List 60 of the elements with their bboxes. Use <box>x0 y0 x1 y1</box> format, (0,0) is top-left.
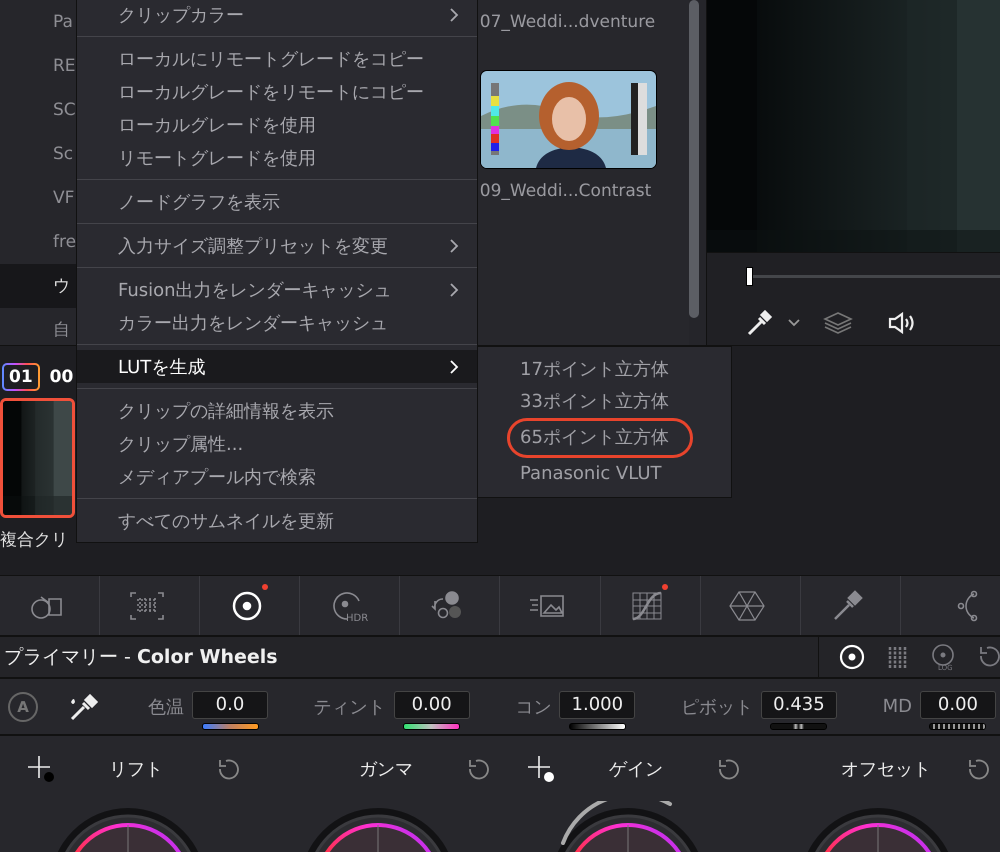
menu-item[interactable]: クリップ属性... <box>77 427 477 460</box>
wheel-label: リフト <box>108 758 164 780</box>
adjustment-label: MD <box>882 696 912 717</box>
gradient-bar <box>929 723 986 730</box>
menu-item[interactable]: ローカルグレードを使用 <box>77 108 477 141</box>
bin-item[interactable]: 自 <box>0 308 76 345</box>
menu-item[interactable]: メディアプール内で検索 <box>77 460 477 493</box>
crosshair-picker-icon[interactable] <box>526 754 556 784</box>
value-field[interactable]: 0.00 <box>394 691 470 719</box>
wheels-icon[interactable] <box>837 642 867 672</box>
adjustment-label: 色温 <box>148 696 184 718</box>
value-field[interactable]: 0.0 <box>192 691 268 719</box>
clip-name: 複合クリ <box>0 529 69 551</box>
gradient-bar <box>568 723 626 730</box>
playhead-handle[interactable] <box>746 267 753 286</box>
chevron-down-icon[interactable] <box>787 318 801 328</box>
auto-balance-button[interactable]: A <box>8 692 38 722</box>
bin-item[interactable]: RE <box>0 44 76 88</box>
menu-item[interactable]: 33ポイント立方体 <box>478 386 731 418</box>
menu-item[interactable]: Fusion出力をレンダーキャッシュ <box>77 273 477 306</box>
wheel-label: オフセット <box>840 758 932 780</box>
adjustment-label: ティント <box>314 696 386 718</box>
menu-item[interactable]: 65ポイント立方体 <box>507 418 693 458</box>
adjustment-label: コン <box>515 696 552 718</box>
scrollbar-thumb[interactable] <box>689 0 700 318</box>
bin-item[interactable]: SC <box>0 88 76 132</box>
wheel-label: ガンマ <box>358 758 414 780</box>
bin-item[interactable]: fre <box>0 220 76 264</box>
menu-item[interactable]: ノードグラフを表示 <box>77 185 477 218</box>
crosshair-picker-icon[interactable] <box>26 754 56 784</box>
menu-item[interactable]: 17ポイント立方体 <box>478 354 731 386</box>
value-field[interactable]: 1.000 <box>559 691 636 719</box>
bin-item[interactable]: VF <box>0 176 76 220</box>
menu-item[interactable]: クリップの詳細情報を表示 <box>77 394 477 427</box>
value-field[interactable]: 0.00 <box>920 691 996 719</box>
bin-item[interactable]: ウ <box>0 264 76 308</box>
clip-number-badge: 01 <box>2 363 40 391</box>
bin-item[interactable]: Sc <box>0 132 76 176</box>
panel-title: プライマリー - Color Wheels <box>3 645 278 670</box>
menu-item[interactable]: クリップカラー <box>77 0 477 31</box>
menu-item[interactable]: Panasonic VLUT <box>478 458 731 490</box>
clip-name[interactable]: 09_Weddi...Contrast <box>480 169 656 213</box>
menu-item[interactable]: ローカルグレードをリモートにコピー <box>77 75 477 108</box>
menu-item[interactable]: 入力サイズ調整プリセットを変更 <box>77 229 477 262</box>
adjustment-label: ピボット <box>680 696 753 718</box>
wheel-label: ゲイン <box>608 758 664 780</box>
layers-icon[interactable] <box>823 310 853 336</box>
gradient-bar <box>770 723 828 730</box>
gradient-bar <box>202 723 258 730</box>
menu-item[interactable]: LUTを生成 <box>77 350 477 383</box>
eyedropper-icon[interactable] <box>745 309 773 337</box>
menu-item[interactable]: カラー出力をレンダーキャッシュ <box>77 306 477 339</box>
value-field[interactable]: 0.435 <box>760 691 837 719</box>
menu-item[interactable]: すべてのサムネイルを更新 <box>77 504 477 537</box>
menu-item[interactable]: リモートグレードを使用 <box>77 141 477 174</box>
gradient-bar <box>403 723 460 730</box>
timecode: 00 <box>50 367 74 387</box>
menu-item[interactable]: ローカルにリモートグレードをコピー <box>77 42 477 75</box>
clip-name[interactable]: 07_Weddi...dventure <box>480 0 656 44</box>
bin-item[interactable]: Pa <box>0 0 76 44</box>
